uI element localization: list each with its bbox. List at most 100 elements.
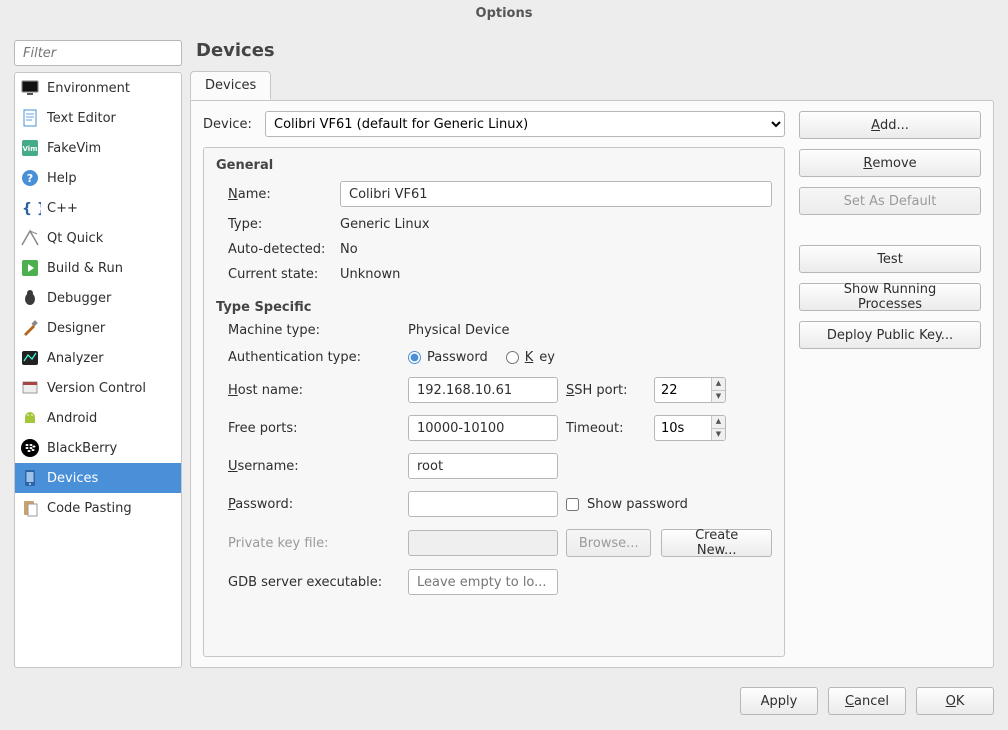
- username-input[interactable]: [408, 453, 558, 479]
- sidebar-item-label: Android: [47, 411, 97, 426]
- password-label: Password:: [228, 497, 400, 512]
- auth-label: Authentication type:: [228, 350, 400, 365]
- sidebar-item-qtquick[interactable]: Qt Quick: [15, 223, 181, 253]
- freeports-input[interactable]: [408, 415, 558, 441]
- android-icon: [19, 407, 41, 429]
- brush-icon: [19, 317, 41, 339]
- analyzer-icon: [19, 347, 41, 369]
- sshport-spin[interactable]: ▲▼: [654, 377, 726, 403]
- name-input[interactable]: [340, 181, 772, 207]
- cancel-button[interactable]: Cancel: [828, 687, 906, 715]
- sidebar-item-label: C++: [47, 201, 78, 216]
- svg-text:Vim: Vim: [23, 145, 38, 153]
- freeports-label: Free ports:: [228, 421, 400, 436]
- footer: Apply Cancel OK: [14, 684, 994, 718]
- sidebar-item-cpp[interactable]: { } C++: [15, 193, 181, 223]
- sidebar-item-versioncontrol[interactable]: Version Control: [15, 373, 181, 403]
- deploy-key-button[interactable]: Deploy Public Key...: [799, 321, 981, 349]
- show-password-checkbox[interactable]: [566, 498, 579, 511]
- blackberry-icon: [19, 437, 41, 459]
- auth-password-radio[interactable]: [408, 351, 421, 364]
- sidebar-item-environment[interactable]: Environment: [15, 73, 181, 103]
- sidebar-item-label: FakeVim: [47, 141, 101, 156]
- qtquick-icon: [19, 227, 41, 249]
- sidebar-item-label: Qt Quick: [47, 231, 103, 246]
- monitor-icon: [19, 77, 41, 99]
- host-label: Host name:: [228, 383, 400, 398]
- ok-button[interactable]: OK: [916, 687, 994, 715]
- spin-down-icon[interactable]: ▼: [711, 391, 725, 403]
- sidebar-item-label: Designer: [47, 321, 105, 336]
- sidebar-item-label: Text Editor: [47, 111, 116, 126]
- add-button[interactable]: Add...: [799, 111, 981, 139]
- sidebar-item-label: BlackBerry: [47, 441, 117, 456]
- fakevim-icon: Vim: [19, 137, 41, 159]
- device-label: Device:: [203, 117, 257, 132]
- sidebar-item-android[interactable]: Android: [15, 403, 181, 433]
- remove-button[interactable]: Remove: [799, 149, 981, 177]
- device-form: Device: Colibri VF61 (default for Generi…: [203, 111, 785, 657]
- sshport-label: SSH port:: [566, 383, 646, 398]
- svg-text:{ }: { }: [22, 201, 41, 217]
- browse-button: Browse...: [566, 529, 651, 557]
- typespecific-title: Type Specific: [216, 300, 772, 315]
- sidebar: Environment Text Editor Vim FakeVim: [14, 40, 182, 668]
- sidebar-item-label: Environment: [47, 81, 130, 96]
- sidebar-item-label: Build & Run: [47, 261, 123, 276]
- privatekey-input: [408, 530, 558, 556]
- window-title: Options: [476, 6, 533, 21]
- device-icon: [19, 467, 41, 489]
- type-label: Type:: [228, 217, 340, 232]
- sidebar-item-codepasting[interactable]: Code Pasting: [15, 493, 181, 523]
- body: Environment Text Editor Vim FakeVim: [0, 28, 1008, 668]
- vcs-icon: [19, 377, 41, 399]
- auth-key-radio[interactable]: [506, 351, 519, 364]
- state-value: Unknown: [340, 267, 772, 282]
- apply-button[interactable]: Apply: [740, 687, 818, 715]
- machine-value: Physical Device: [408, 323, 772, 338]
- sidebar-item-label: Analyzer: [47, 351, 104, 366]
- sidebar-item-buildrun[interactable]: Build & Run: [15, 253, 181, 283]
- sidebar-item-debugger[interactable]: Debugger: [15, 283, 181, 313]
- timeout-spin[interactable]: ▲▼: [654, 415, 726, 441]
- options-window: Options Environment Text Editor: [0, 0, 1008, 730]
- gdb-input[interactable]: [408, 569, 558, 595]
- machine-label: Machine type:: [228, 323, 400, 338]
- sidebar-item-designer[interactable]: Designer: [15, 313, 181, 343]
- cpp-icon: { }: [19, 197, 41, 219]
- tab-body: Device: Colibri VF61 (default for Generi…: [190, 100, 994, 668]
- device-properties-group: General Name: Type: Generic Linux Auto-d…: [203, 147, 785, 657]
- show-processes-button[interactable]: Show Running Processes: [799, 283, 981, 311]
- sidebar-item-text-editor[interactable]: Text Editor: [15, 103, 181, 133]
- paste-icon: [19, 497, 41, 519]
- test-button[interactable]: Test: [799, 245, 981, 273]
- show-password-row: Show password: [566, 497, 772, 512]
- password-input[interactable]: [408, 491, 558, 517]
- auth-radios: Password Key: [408, 350, 772, 365]
- auth-password-option[interactable]: Password: [408, 350, 488, 365]
- autodetected-label: Auto-detected:: [228, 242, 340, 257]
- sidebar-item-analyzer[interactable]: Analyzer: [15, 343, 181, 373]
- sidebar-item-blackberry[interactable]: BlackBerry: [15, 433, 181, 463]
- state-label: Current state:: [228, 267, 340, 282]
- host-input[interactable]: [408, 377, 558, 403]
- filter-input[interactable]: [14, 40, 182, 66]
- spin-up-icon[interactable]: ▲: [711, 378, 725, 391]
- tab-devices[interactable]: Devices: [190, 71, 271, 100]
- category-list[interactable]: Environment Text Editor Vim FakeVim: [14, 72, 182, 668]
- tab-area: Devices Device: Colibri VF61 (default fo…: [190, 71, 994, 668]
- side-buttons: Add... Remove Set As Default Test Show R…: [799, 111, 981, 657]
- spin-down-icon[interactable]: ▼: [711, 429, 725, 441]
- sidebar-item-help[interactable]: ? Help: [15, 163, 181, 193]
- auth-key-option[interactable]: Key: [506, 350, 555, 365]
- create-new-button[interactable]: Create New...: [661, 529, 772, 557]
- username-label: Username:: [228, 459, 400, 474]
- sidebar-item-devices[interactable]: Devices: [15, 463, 181, 493]
- type-value: Generic Linux: [340, 217, 772, 232]
- page-title: Devices: [190, 40, 994, 71]
- svg-text:?: ?: [27, 172, 33, 185]
- device-select[interactable]: Colibri VF61 (default for Generic Linux): [265, 111, 785, 137]
- spin-up-icon[interactable]: ▲: [711, 416, 725, 429]
- general-title: General: [216, 158, 772, 173]
- sidebar-item-fakevim[interactable]: Vim FakeVim: [15, 133, 181, 163]
